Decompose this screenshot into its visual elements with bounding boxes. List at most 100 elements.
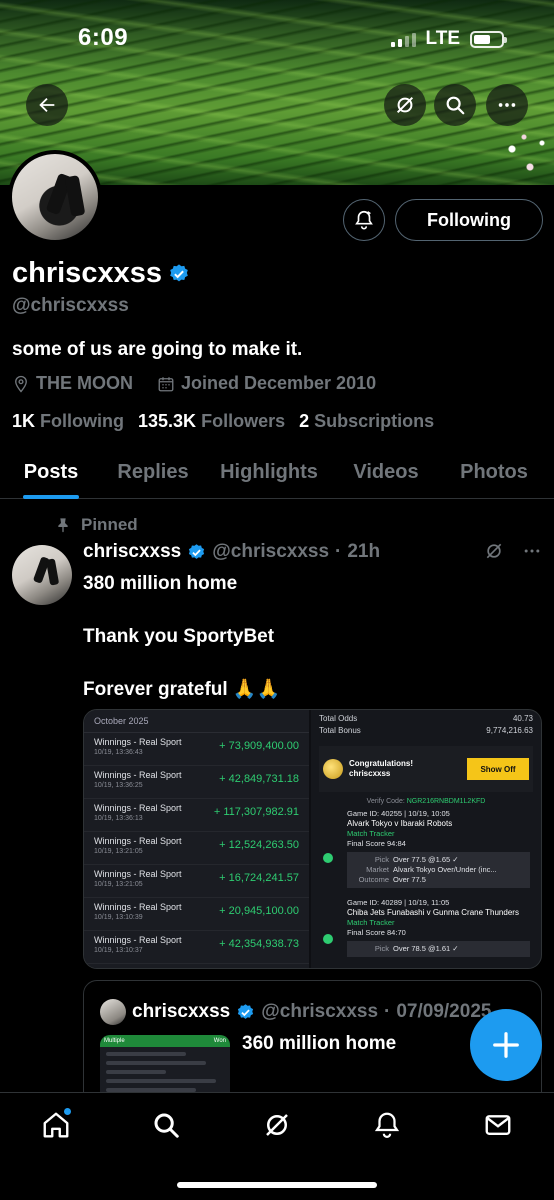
check-icon	[323, 853, 333, 863]
congrats-text: Congratulations!	[349, 759, 413, 768]
status-time: 6:09	[78, 24, 129, 51]
compose-button[interactable]	[470, 1009, 542, 1081]
quoted-post-header: chriscxxss @chriscxxss · 07/09/2025	[100, 999, 491, 1025]
nav-home[interactable]	[36, 1105, 76, 1145]
verified-badge-icon	[187, 543, 206, 562]
winnings-date: 10/19, 13:21:05	[94, 881, 143, 888]
tab-photos[interactable]: Photos	[457, 445, 531, 499]
more-icon	[498, 103, 516, 107]
winnings-row: Winnings - Real Sport 10/19, 13:36:25 + 42…	[84, 766, 309, 799]
winnings-amount: + 42,354,938.73	[219, 938, 299, 950]
location-text: THE MOON	[36, 373, 133, 393]
post-header: chriscxxss @chriscxxss · 21h	[83, 541, 381, 563]
notification-dot	[63, 1107, 72, 1116]
winnings-list: October 2025 Winnings - Real Sport 10/19,…	[84, 710, 311, 968]
display-name-text: chriscxxss	[12, 257, 162, 289]
winnings-row: Winnings - Real Sport 10/19, 13:21:05 + 16…	[84, 865, 309, 898]
winnings-row: Winnings - Real Sport 10/19, 13:36:43 + 73…	[84, 733, 309, 766]
back-arrow-icon	[39, 97, 55, 113]
post-text: 380 million home Thank you SportyBet For…	[83, 570, 523, 729]
verify-code: Verify Code: NGR216RNBDM1L2KFD	[366, 798, 486, 805]
search-icon	[446, 96, 465, 115]
coin-icon	[323, 759, 343, 779]
profile-meta: THE MOON Joined December 2010	[12, 373, 376, 394]
winnings-month: October 2025	[84, 716, 309, 733]
post-author-name[interactable]: chriscxxss	[83, 541, 181, 563]
more-button[interactable]	[486, 84, 528, 126]
following-button[interactable]: Following	[395, 199, 543, 241]
profile-counts: 1K Following 135.3K Followers 2 Subscrip…	[12, 411, 434, 432]
winnings-row: Winnings - Real Sport 10/19, 13:36:13 + 11…	[84, 799, 309, 832]
followers-count-link[interactable]: 135.3K Followers	[138, 411, 285, 432]
total-odds-value: 40.73	[512, 714, 533, 723]
winnings-title: Winnings - Real Sport	[94, 836, 182, 846]
search-icon	[154, 1113, 179, 1138]
verified-badge-icon	[236, 1003, 255, 1022]
winnings-amount: + 20,945,100.00	[219, 905, 299, 917]
pin-icon	[58, 518, 68, 533]
profile-name: chriscxxss	[12, 257, 190, 290]
winnings-date: 10/19, 13:36:43	[94, 749, 143, 756]
winnings-amount: + 16,724,241.57	[219, 872, 299, 884]
winnings-title: Winnings - Real Sport	[94, 935, 182, 945]
total-bonus-value: 9,774,216.63	[486, 726, 533, 735]
subscriptions-count-link[interactable]: 2 Subscriptions	[299, 411, 434, 432]
nav-grok[interactable]	[257, 1105, 297, 1145]
notifications-toggle-button[interactable]	[343, 199, 385, 241]
back-button[interactable]	[26, 84, 68, 126]
bell-icon	[355, 210, 373, 230]
following-count-link[interactable]: 1K Following	[12, 411, 124, 432]
nav-notifications[interactable]	[367, 1105, 407, 1145]
winnings-date: 10/19, 13:21:05	[94, 848, 143, 855]
congrats-user: chriscxxss	[349, 769, 391, 778]
winnings-amount: + 117,307,982.91	[213, 806, 299, 818]
joined-text: Joined December 2010	[181, 373, 377, 393]
quoted-avatar	[100, 999, 126, 1025]
post-line: Forever grateful 🙏🙏	[83, 679, 281, 700]
check-icon	[323, 934, 333, 944]
winnings-date: 10/19, 13:10:39	[94, 914, 143, 921]
calendar-icon	[158, 376, 174, 391]
grok-icon[interactable]	[484, 541, 504, 561]
winnings-title: Winnings - Real Sport	[94, 869, 182, 879]
congrats-banner: Congratulations! chriscxxss Show Off	[319, 746, 533, 792]
network-label: LTE	[425, 28, 460, 49]
nav-messages[interactable]	[478, 1105, 518, 1145]
post-author-handle[interactable]: @chriscxxss	[212, 541, 329, 563]
game-card: Game ID: 40255 | 10/19, 10:05 Alvark Tok…	[319, 809, 533, 888]
post-more-icon[interactable]	[522, 541, 542, 561]
show-off-button: Show Off	[467, 758, 529, 780]
pick-box: Pick Over 78.5 @1.61 ✓	[347, 941, 530, 957]
bet-slip: Total Odds 40.73 Total Bonus 9,774,216.63 …	[311, 710, 541, 968]
profile-avatar[interactable]	[8, 150, 102, 244]
winnings-title: Winnings - Real Sport	[94, 770, 182, 780]
plus-icon	[493, 1032, 519, 1058]
quoted-author-handle: @chriscxxss	[261, 1001, 379, 1022]
battery-icon	[470, 30, 507, 48]
post-line: Thank you SportyBet	[83, 626, 275, 647]
winnings-date: 10/19, 13:36:25	[94, 782, 143, 789]
verified-badge-icon[interactable]	[168, 263, 190, 285]
home-indicator[interactable]	[177, 1182, 377, 1188]
post-avatar[interactable]	[12, 545, 72, 605]
winnings-row: Winnings - Real Sport 10/19, 13:10:37 + 42…	[84, 931, 309, 964]
nav-search[interactable]	[146, 1105, 186, 1145]
status-icons: LTE	[390, 28, 507, 50]
post-image[interactable]: October 2025 Winnings - Real Sport 10/19,…	[83, 709, 542, 969]
search-button[interactable]	[434, 84, 476, 126]
pinned-label: Pinned	[55, 515, 138, 535]
tab-videos[interactable]: Videos	[349, 445, 423, 499]
total-bonus-label: Total Bonus	[319, 726, 361, 735]
post-time[interactable]: 21h	[347, 541, 380, 563]
grok-button[interactable]	[384, 84, 426, 126]
grok-icon	[396, 96, 414, 114]
winnings-amount: + 12,524,263.50	[219, 839, 299, 851]
quoted-author-name: chriscxxss	[132, 1001, 231, 1022]
post-line: 380 million home	[83, 573, 238, 594]
winnings-title: Winnings - Real Sport	[94, 803, 182, 813]
tab-replies[interactable]: Replies	[115, 445, 191, 499]
grok-icon	[266, 1114, 288, 1136]
tab-highlights[interactable]: Highlights	[217, 445, 321, 499]
pick-box: Pick Over 77.5 @1.65 ✓ Market Alvark Tokyo…	[347, 852, 530, 888]
tab-posts[interactable]: Posts	[20, 445, 82, 499]
